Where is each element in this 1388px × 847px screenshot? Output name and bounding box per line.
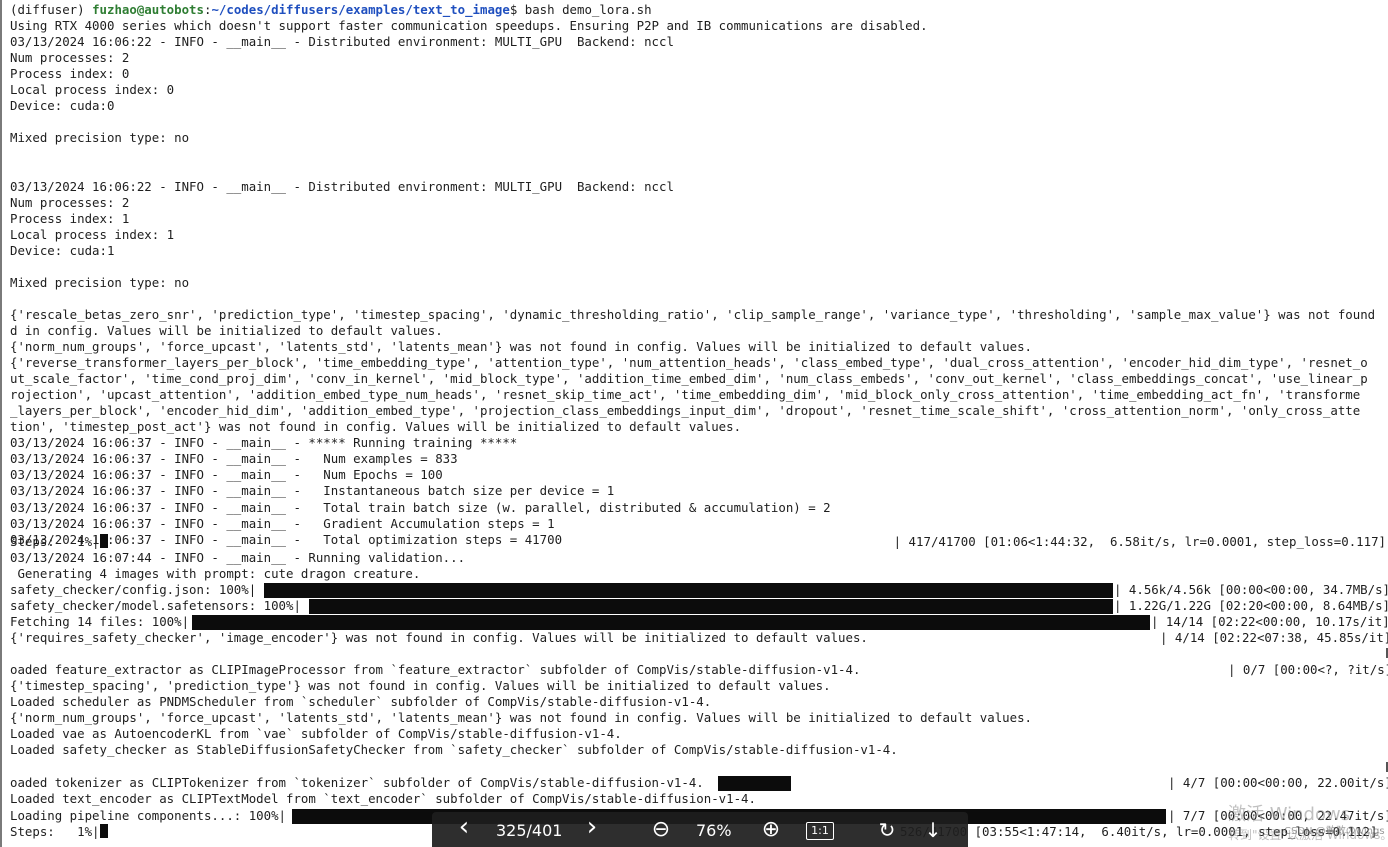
progress-status-safetensors: | 1.22G/1.22G [02:20<00:00, 8.64MB/s] [1114,598,1388,613]
log-line: d in config. Values will be initialized … [10,322,443,338]
generating-line: Generating 4 images with prompt: cute dr… [10,566,421,581]
prompt-symbol: $ [509,2,525,17]
steps-progress-line-2: Steps: 1%| [10,824,108,840]
steps-label: Steps: 1%| [10,534,100,549]
log-line: Mixed precision type: no [10,274,190,290]
log-line: Mixed precision type: no [10,130,190,146]
shell-prompt-line: (diffuser) fuzhao@autobots:~/codes/diffu… [10,2,652,18]
log-line: {'reverse_transformer_layers_per_block',… [10,355,1368,371]
log-line: Local process index: 1 [10,226,175,242]
log-line: 03/13/2024 16:06:37 - INFO - __main__ - … [10,435,518,451]
progress-status-config: | 4.56k/4.56k [00:00<00:00, 34.7MB/s] [1114,582,1388,597]
log-line: 03/13/2024 16:06:37 - INFO - __main__ - … [10,483,615,499]
zoom-level: 76% [696,821,732,840]
log-line: Num processes: 2 [10,50,130,66]
log-line: Num processes: 2 [10,194,130,210]
prompt-user-host: fuzhao@autobots [92,2,204,17]
loaded-line-scheduler: Loaded scheduler as PNDMScheduler from `… [10,694,712,709]
log-line: 03/13/2024 16:06:22 - INFO - __main__ - … [10,178,674,194]
log-line: tion', 'timestep_post_act'} was not foun… [10,419,742,435]
image-viewer-toolbar: ‹ 325/401 › ⊖ 76% ⊕ 1:1 ↻ ↓ [432,812,968,847]
log-line: Device: cuda:0 [10,98,115,114]
prompt-path: ~/codes/diffusers/examples/text_to_image [211,2,510,17]
loaded-line-safety-checker: Loaded safety_checker as StableDiffusion… [10,742,898,757]
progress-bar-config [264,583,1113,598]
zoom-out-button[interactable]: ⊖ [648,818,674,842]
download-button[interactable]: ↓ [920,818,946,842]
csdn-watermark: CSDN @敢敢のwings [1284,826,1385,837]
log-line: Process index: 0 [10,66,130,82]
tokenizer-line: oaded tokenizer as CLIPTokenizer from `t… [10,775,704,790]
loaded-line-feature-extractor: oaded feature_extractor as CLIPImageProc… [10,662,861,677]
loaded-line-norm: {'norm_num_groups', 'force_upcast', 'lat… [10,710,1032,725]
steps-progress-fill-2 [99,824,108,838]
log-line: {'norm_num_groups', 'force_upcast', 'lat… [10,339,1032,354]
log-line: Using RTX 4000 series which doesn't supp… [10,18,928,33]
progress-bar-safetensors [309,599,1113,614]
prompt-env: (diffuser) [10,2,93,17]
not-found-line: {'requires_safety_checker', 'image_encod… [10,630,868,645]
tokenizer-status: | 4/7 [00:00<00:00, 22.00it/s] [1168,775,1388,790]
loaded-line-timestep: {'timestep_spacing', 'prediction_type'} … [10,678,831,693]
log-line: 03/13/2024 16:06:37 - INFO - __main__ - … [10,499,831,515]
log-line: 03/13/2024 16:06:37 - INFO - __main__ - … [10,451,458,467]
progress-label-fetching: Fetching 14 files: 100%| [10,614,190,629]
steps-progress-fill [99,534,108,548]
loaded-line-vae: Loaded vae as AutoencoderKL from `vae` s… [10,726,622,741]
prompt-command: bash demo_lora.sh [524,2,652,17]
progress-label-config: safety_checker/config.json: 100%| [10,582,257,597]
log-line: ut_scale_factor', 'time_cond_proj_dim', … [10,371,1368,387]
progress-bar-fetching [192,615,1150,630]
log-line: 03/13/2024 16:06:22 - INFO - __main__ - … [10,34,674,50]
validation-line: 03/13/2024 16:07:44 - INFO - __main__ - … [10,550,466,565]
terminal-window[interactable]: (diffuser) fuzhao@autobots:~/codes/diffu… [0,0,1388,847]
progress-label-safetensors: safety_checker/model.safetensors: 100%| [10,598,301,613]
log-line: 03/13/2024 16:06:37 - INFO - __main__ - … [10,515,555,531]
next-page-button[interactable]: › [580,814,604,840]
tokenizer-progress-bar [718,776,791,791]
actual-size-button[interactable]: 1:1 [806,822,834,840]
text-encoder-line: Loaded text_encoder as CLIPTextModel fro… [10,791,756,806]
log-line: Process index: 1 [10,210,130,226]
log-line: Local process index: 0 [10,82,175,98]
page-indicator: 325/401 [496,821,563,840]
pipeline-label: Loading pipeline components...: 100%| [10,808,287,823]
steps-progress-line: Steps: 1%| [10,534,108,550]
progress-status-fetching: | 14/14 [02:22<00:00, 10.17s/it] [1151,614,1388,629]
steps-status: | 417/41700 [01:06<1:44:32, 6.58it/s, lr… [893,534,1386,549]
log-line: _layers_per_block', 'encoder_hid_dim', '… [10,403,1361,419]
previous-page-button[interactable]: ‹ [452,814,476,840]
log-line: Device: cuda:1 [10,242,115,258]
feature-extractor-status: | 0/7 [00:00<?, ?it/s] [1228,662,1388,677]
zoom-in-button[interactable]: ⊕ [758,818,784,842]
log-line: 03/13/2024 16:06:37 - INFO - __main__ - … [10,467,443,483]
not-found-status: | 4/14 [02:22<07:38, 45.85s/it] [1160,630,1388,645]
steps-label-2: Steps: 1%| [10,824,100,839]
log-line: rojection', 'upcast_attention', 'additio… [10,387,1361,403]
rotate-button[interactable]: ↻ [874,818,900,842]
log-line: {'rescale_betas_zero_snr', 'prediction_t… [10,306,1376,322]
